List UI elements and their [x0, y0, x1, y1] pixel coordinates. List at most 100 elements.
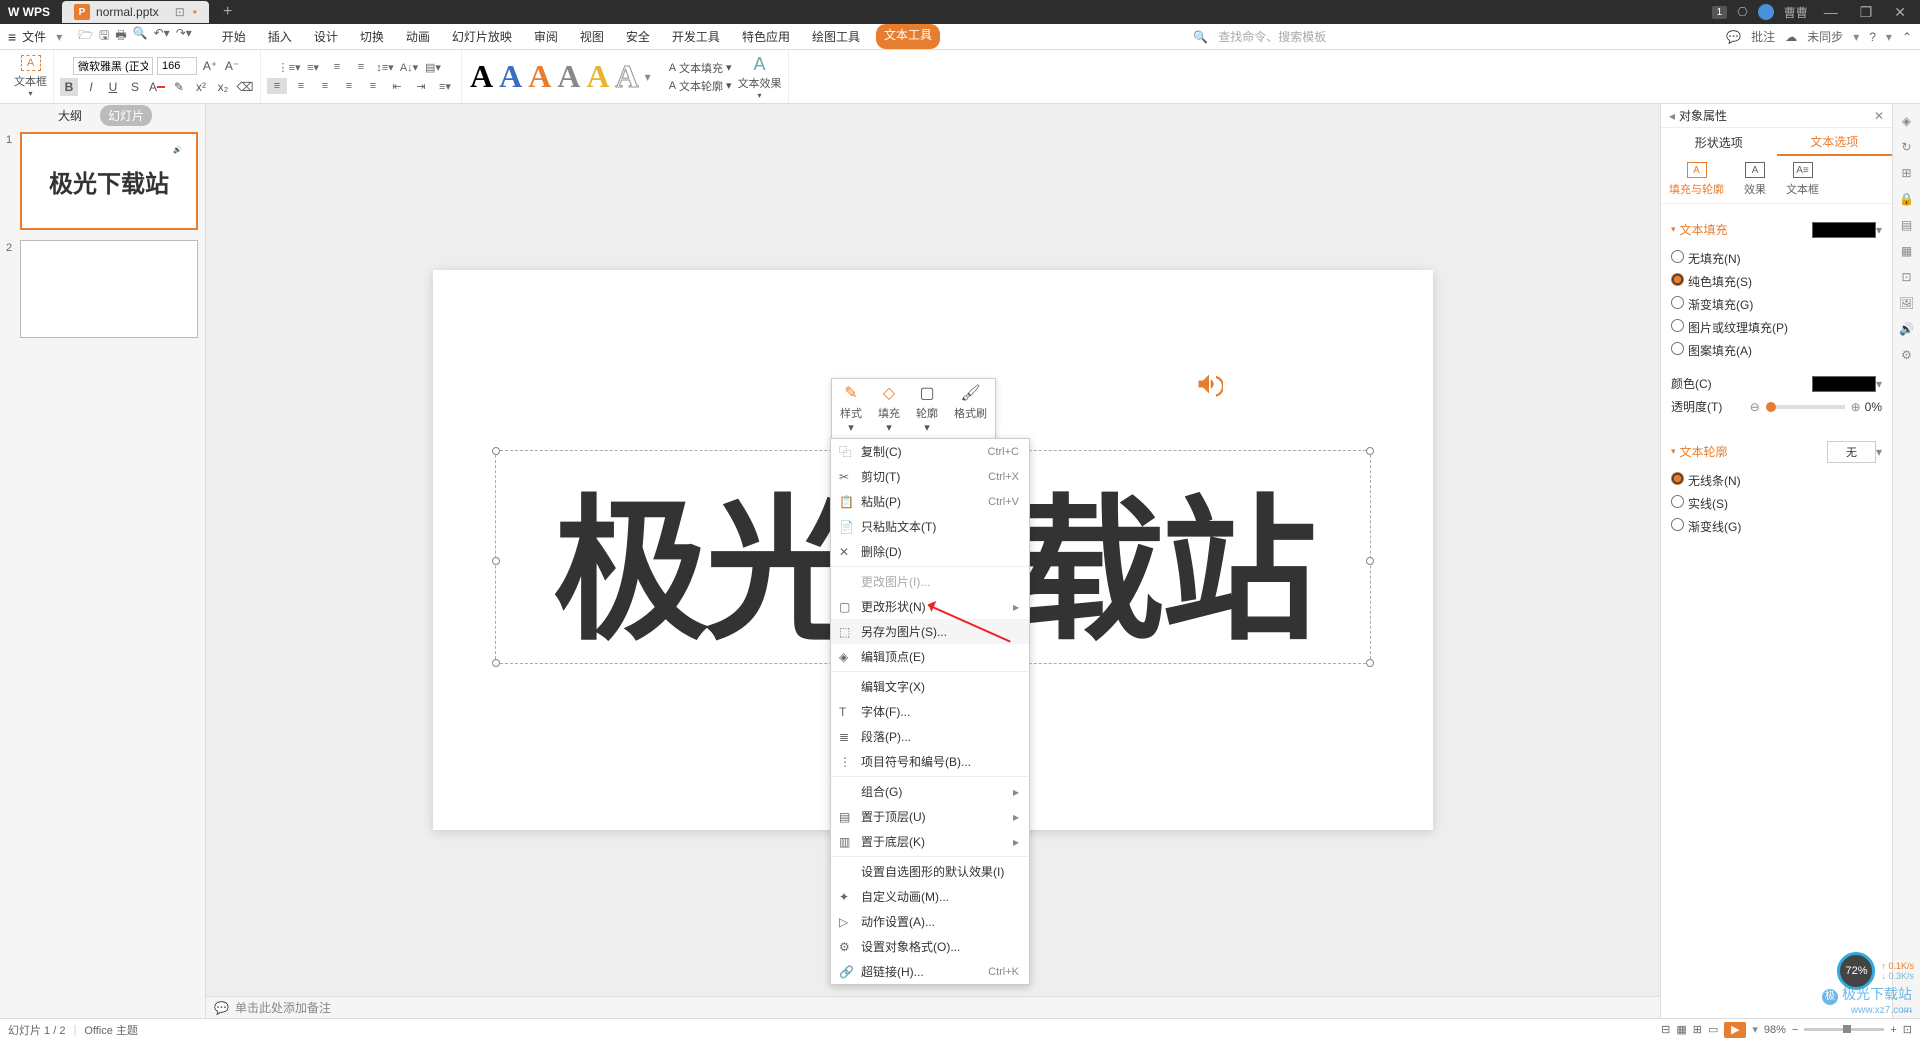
no-line-radio[interactable]: 无线条(N) [1671, 472, 1741, 489]
fit-button[interactable]: ⊡ [1903, 1023, 1912, 1036]
file-menu[interactable]: 文件 [22, 28, 46, 45]
align-right-button[interactable]: ≡ [315, 78, 335, 94]
context-menu-item[interactable]: 编辑文字(X) [831, 674, 1029, 699]
close-panel-icon[interactable]: ✕ [1874, 109, 1884, 123]
context-menu-item[interactable]: ◈编辑顶点(E) [831, 644, 1029, 669]
performance-widget[interactable]: 72% ↑ 0.1K/s ↓ 0.3K/s [1837, 952, 1914, 990]
outline-select[interactable]: 无 [1827, 441, 1876, 463]
close-button[interactable]: ✕ [1888, 4, 1912, 21]
color-picker[interactable] [1812, 376, 1876, 392]
cloud-icon[interactable]: ⎔ [1737, 5, 1747, 19]
text-direction-button[interactable]: A↓▾ [399, 59, 419, 75]
increase-font-icon[interactable]: A⁺ [201, 57, 219, 75]
sync-icon[interactable]: ☁ [1785, 30, 1797, 44]
textbox-button[interactable]: A 文本框▾ [14, 55, 47, 98]
wordart-style-4[interactable]: A [557, 58, 580, 95]
sync-label[interactable]: 未同步 [1807, 28, 1843, 45]
gradient-line-radio[interactable]: 渐变线(G) [1671, 518, 1741, 535]
pattern-fill-radio[interactable]: 图案填充(A) [1671, 342, 1752, 359]
help-icon[interactable]: ? [1869, 30, 1876, 44]
wordart-style-3[interactable]: A [528, 58, 551, 95]
zoom-out-button[interactable]: − [1792, 1024, 1798, 1036]
context-menu-item[interactable]: ⋮项目符号和编号(B)... [831, 749, 1029, 774]
tab-special[interactable]: 特色应用 [736, 24, 796, 49]
wordart-more-icon[interactable]: ▾ [645, 70, 651, 84]
preview-icon[interactable]: 🔍 [133, 26, 148, 47]
font-color-button[interactable]: A [148, 78, 166, 96]
side-icon-4[interactable]: 🔒 [1899, 192, 1914, 206]
wordart-style-5[interactable]: A [586, 58, 609, 95]
side-icon-2[interactable]: ↻ [1901, 140, 1911, 154]
context-menu-item[interactable]: 📋粘贴(P)Ctrl+V [831, 489, 1029, 514]
indent-decrease-button[interactable]: ≡ [327, 59, 347, 75]
redo-icon[interactable]: ↷▾ [176, 26, 192, 47]
tab-close-icon[interactable]: ⊡ [175, 5, 185, 19]
side-icon-9[interactable]: 🔊 [1899, 322, 1914, 336]
solid-fill-radio[interactable]: 纯色填充(S) [1671, 273, 1752, 290]
notes-bar[interactable]: 💬 单击此处添加备注 [206, 996, 1660, 1018]
context-menu-item[interactable]: 📄只粘贴文本(T) [831, 514, 1029, 539]
tab-view[interactable]: 视图 [574, 24, 610, 49]
underline-button[interactable]: U [104, 78, 122, 96]
context-menu-item[interactable]: T字体(F)... [831, 699, 1029, 724]
side-icon-3[interactable]: ⊞ [1901, 166, 1911, 180]
side-icon-6[interactable]: ▦ [1901, 244, 1912, 258]
thumbnail-2[interactable] [20, 240, 198, 338]
text-effect-button[interactable]: A 文本效果▾ [738, 54, 782, 100]
notes-toggle[interactable]: ⊟ [1661, 1023, 1670, 1036]
context-menu-item[interactable]: ✂剪切(T)Ctrl+X [831, 464, 1029, 489]
context-menu-item[interactable]: ⬚另存为图片(S)... [831, 619, 1029, 644]
context-menu-item[interactable]: ⿻复制(C)Ctrl+C [831, 439, 1029, 464]
document-tab[interactable]: P normal.pptx ⊡ • [62, 1, 209, 23]
hamburger-icon[interactable]: ≡ [8, 29, 16, 45]
transparency-slider[interactable] [1766, 405, 1845, 409]
strikethrough-button[interactable]: S [126, 78, 144, 96]
resize-handle[interactable] [492, 557, 500, 565]
side-icon-5[interactable]: ▤ [1901, 218, 1912, 232]
decrease-font-icon[interactable]: A⁻ [223, 57, 241, 75]
wordart-style-1[interactable]: A [470, 58, 493, 95]
mini-outline-button[interactable]: ▢轮廓▾ [908, 379, 946, 438]
context-menu-item[interactable]: ▷动作设置(A)... [831, 909, 1029, 934]
collapse-ribbon-icon[interactable]: ⌃ [1902, 30, 1912, 44]
notification-badge[interactable]: 1 [1712, 6, 1728, 19]
font-name-select[interactable] [73, 57, 153, 75]
numbering-button[interactable]: ≡▾ [303, 59, 323, 75]
save-icon[interactable]: 🖫 [99, 26, 109, 47]
undo-icon[interactable]: ↶▾ [154, 26, 170, 47]
side-icon-10[interactable]: ⚙ [1901, 348, 1912, 362]
search-icon[interactable]: 🔍 [1193, 30, 1208, 44]
tab-slideshow[interactable]: 幻灯片放映 [446, 24, 518, 49]
gradient-fill-radio[interactable]: 渐变填充(G) [1671, 296, 1753, 313]
line-spacing-button[interactable]: ↕≡▾ [375, 59, 395, 75]
zoom-slider[interactable] [1804, 1028, 1884, 1031]
mini-formatpainter-button[interactable]: 🖌格式刷 [946, 379, 995, 438]
tab-review[interactable]: 审阅 [528, 24, 564, 49]
context-menu-item[interactable]: ▢更改形状(N)▸ [831, 594, 1029, 619]
slideshow-button[interactable]: ▶ [1724, 1022, 1746, 1038]
shape-options-tab[interactable]: 形状选项 [1661, 128, 1777, 156]
align-justify-button[interactable]: ≡ [339, 78, 359, 94]
add-tab-button[interactable]: + [223, 3, 232, 21]
mini-fill-button[interactable]: ◇填充▾ [870, 379, 908, 438]
context-menu-item[interactable]: 设置自选图形的默认效果(I) [831, 859, 1029, 884]
text-outline-section[interactable]: 文本轮廓 [1671, 437, 1728, 466]
resize-handle[interactable] [1366, 557, 1374, 565]
comments-label[interactable]: 批注 [1751, 28, 1775, 45]
context-menu-item[interactable]: ✦自定义动画(M)... [831, 884, 1029, 909]
tab-transition[interactable]: 切换 [354, 24, 390, 49]
bold-button[interactable]: B [60, 78, 78, 96]
zoom-in-button[interactable]: + [1890, 1024, 1896, 1036]
resize-handle[interactable] [1366, 659, 1374, 667]
mini-style-button[interactable]: ✎样式▾ [832, 379, 870, 438]
resize-handle[interactable] [492, 447, 500, 455]
canvas-viewport[interactable]: 极光下载站 ✎样式▾ ◇填充▾ ▢轮廓▾ 🖌格式刷 ⿻复制(C)Ctrl+C✂剪… [206, 104, 1660, 996]
tab-security[interactable]: 安全 [620, 24, 656, 49]
context-menu-item[interactable]: ▤置于顶层(U)▸ [831, 804, 1029, 829]
font-size-select[interactable] [157, 57, 197, 75]
tab-insert[interactable]: 插入 [262, 24, 298, 49]
tab-animation[interactable]: 动画 [400, 24, 436, 49]
wordart-style-2[interactable]: A [499, 58, 522, 95]
context-menu-item[interactable]: ▥置于底层(K)▸ [831, 829, 1029, 854]
solid-line-radio[interactable]: 实线(S) [1671, 495, 1728, 512]
